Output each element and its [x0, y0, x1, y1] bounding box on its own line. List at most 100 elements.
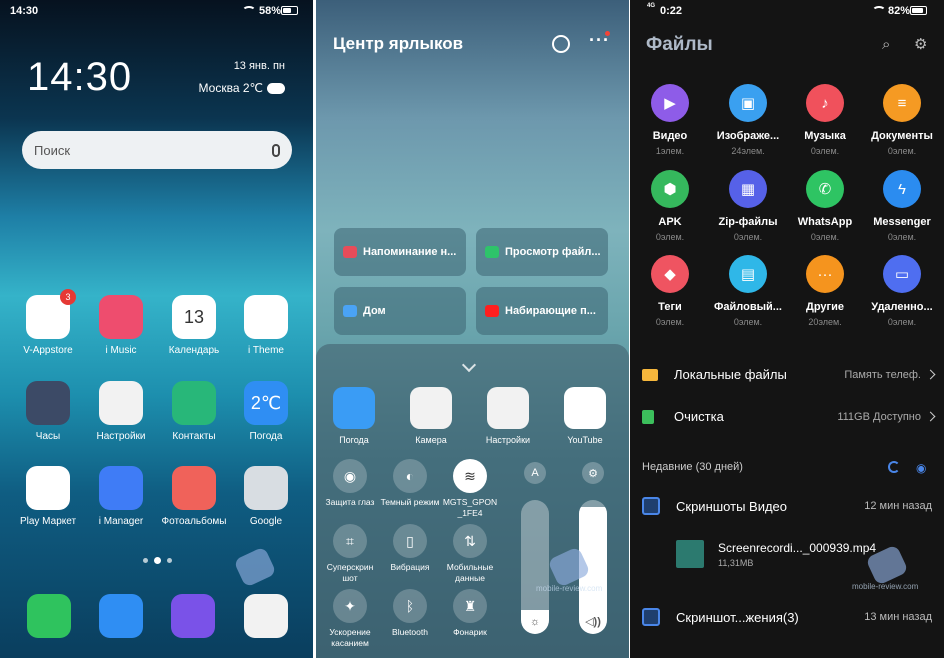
- app-clock[interactable]: Часы: [12, 381, 84, 442]
- recent-group[interactable]: Скриншоты Видео 12 мин назад: [642, 497, 932, 515]
- broom-icon: [642, 409, 654, 424]
- quick-app-camera[interactable]: Камера: [401, 387, 461, 445]
- page-dot: [167, 558, 172, 563]
- app-gear[interactable]: Настройки: [85, 381, 157, 442]
- shortcut-card[interactable]: Дом: [334, 287, 466, 335]
- toggle[interactable]: ᛒ Bluetooth: [378, 589, 442, 638]
- cleanup-row[interactable]: Очистка 111GB Доступно: [642, 409, 936, 424]
- settings-gear-icon[interactable]: ⚙: [582, 462, 604, 484]
- category-icon: ⬢: [651, 170, 689, 208]
- category-name: Теги: [658, 301, 682, 313]
- toggle-icon: ⌗: [333, 524, 367, 558]
- app-google-folder[interactable]: Google: [230, 466, 302, 527]
- quick-app-weather[interactable]: Погода: [324, 387, 384, 445]
- local-files-row[interactable]: Локальные файлы Память телеф.: [642, 367, 936, 382]
- notification-dot: [605, 31, 610, 36]
- file-category[interactable]: ⬢ APK 0элем.: [630, 170, 710, 242]
- toggle[interactable]: ⇅ Мобильные данные: [438, 524, 502, 584]
- youtube-icon: [564, 387, 606, 429]
- vivo-appstore-icon: 3: [26, 289, 76, 339]
- shortcut-center-title: Центр ярлыков: [333, 34, 464, 53]
- app-photo[interactable]: Фотоальбомы: [158, 466, 230, 527]
- app-vivo-appstore[interactable]: 3 V-Appstore: [12, 289, 84, 356]
- file-category[interactable]: ✆ WhatsApp 0элем.: [785, 170, 865, 242]
- shortcut-card[interactable]: Напоминание н...: [334, 228, 466, 276]
- file-category[interactable]: ▣ Изображе... 24элем.: [708, 84, 788, 156]
- status-bar: 4G 0:22 82%: [630, 0, 944, 22]
- weather-widget[interactable]: Москва 2℃: [199, 77, 285, 95]
- refresh-icon[interactable]: [888, 461, 900, 473]
- file-category[interactable]: ◆ Теги 0элем.: [630, 255, 710, 327]
- microphone-icon[interactable]: [272, 143, 280, 157]
- category-count: 0элем.: [810, 146, 840, 156]
- calendar-icon-text: 13: [183, 306, 205, 327]
- shortcut-card[interactable]: Набирающие п...: [476, 287, 608, 335]
- screenshot-icon: [642, 608, 660, 626]
- play-store-icon: [26, 466, 70, 510]
- toggle[interactable]: ✦ Ускорение касанием: [318, 589, 382, 649]
- file-category[interactable]: ≡ Документы 0элем.: [862, 84, 942, 156]
- battery-icon: [281, 6, 298, 15]
- app-play-store[interactable]: Play Маркет: [12, 466, 84, 527]
- file-category[interactable]: ϟ Messenger 0элем.: [862, 170, 942, 242]
- chevron-right-icon: [925, 411, 936, 422]
- local-files-label: Локальные файлы: [674, 367, 787, 382]
- file-category[interactable]: ··· Другие 20элем.: [785, 255, 865, 327]
- messages-icon[interactable]: [99, 594, 143, 638]
- settings-gear-icon[interactable]: ⚙: [914, 35, 927, 53]
- app-weather[interactable]: 2℃ Погода: [230, 381, 302, 442]
- wifi-icon: [872, 6, 886, 16]
- brightness-slider[interactable]: ☼: [521, 500, 549, 634]
- video-thumbnail: [676, 540, 704, 568]
- quick-app-label: Погода: [339, 435, 369, 445]
- toggle[interactable]: ◐ Темный режим: [378, 459, 442, 508]
- home-date: 13 янв. пн: [233, 60, 285, 72]
- app-label: i Music: [105, 345, 137, 356]
- quick-app-label: Камера: [415, 435, 447, 445]
- theme-gem-icon: [244, 295, 288, 339]
- toggle-icon: ♜: [453, 589, 487, 623]
- quick-app-gear[interactable]: Настройки: [478, 387, 538, 445]
- search-bar[interactable]: Поиск: [22, 131, 292, 169]
- app-theme-gem[interactable]: i Theme: [230, 295, 302, 356]
- home-clock[interactable]: 14:30: [27, 55, 132, 100]
- app-calendar[interactable]: 13 Календарь: [158, 295, 230, 356]
- category-icon: ✆: [806, 170, 844, 208]
- file-category[interactable]: ▦ Zip-файлы 0элем.: [708, 170, 788, 242]
- phone-icon[interactable]: [27, 594, 71, 638]
- network-type: 4G: [647, 3, 656, 9]
- auto-brightness-button[interactable]: A: [524, 462, 546, 484]
- toggle[interactable]: ♜ Фонарик: [438, 589, 502, 638]
- category-icon: ≡: [883, 84, 921, 122]
- category-icon: ▣: [729, 84, 767, 122]
- file-category[interactable]: ▤ Файловый... 0элем.: [708, 255, 788, 327]
- browser-planet-icon[interactable]: [171, 594, 215, 638]
- shortcut-card[interactable]: Просмотр файл...: [476, 228, 608, 276]
- camera-icon[interactable]: [244, 594, 288, 638]
- category-name: Видео: [652, 130, 688, 142]
- contacts-icon: [172, 381, 216, 425]
- cleanup-value: 111GB Доступно: [837, 410, 921, 423]
- quick-app-youtube[interactable]: YouTube: [555, 387, 615, 445]
- collapse-icon[interactable]: [552, 35, 570, 53]
- file-category[interactable]: ▶ Видео 1элем.: [630, 84, 710, 156]
- shortcut-label: Дом: [363, 305, 386, 317]
- toggle[interactable]: ⌗ Суперскрин шот: [318, 524, 382, 584]
- toggle[interactable]: ≋ MGTS_GPON _1FE4: [438, 459, 502, 519]
- eye-icon[interactable]: ◉: [916, 461, 926, 475]
- app-label: i Theme: [248, 345, 284, 356]
- app-music-note[interactable]: i Music: [85, 295, 157, 356]
- toggle[interactable]: ◉ Защита глаз: [318, 459, 382, 508]
- shield-check-icon: [99, 466, 143, 510]
- toggle-label: Защита глаз: [325, 497, 375, 507]
- battery-fill: [912, 8, 923, 13]
- app-contacts[interactable]: Контакты: [158, 381, 230, 442]
- search-icon[interactable]: ⌕: [882, 36, 890, 53]
- recent-group[interactable]: Скриншот...жения(3) 13 мин назад: [642, 608, 932, 626]
- file-category[interactable]: ▭ Удаленно... 0элем.: [862, 255, 942, 327]
- shortcut-label: Набирающие п...: [505, 305, 596, 317]
- clock-icon: [26, 381, 70, 425]
- toggle[interactable]: ▯ Вибрация: [378, 524, 442, 573]
- file-category[interactable]: ♪ Музыка 0элем.: [785, 84, 865, 156]
- app-shield-check[interactable]: i Manager: [85, 466, 157, 527]
